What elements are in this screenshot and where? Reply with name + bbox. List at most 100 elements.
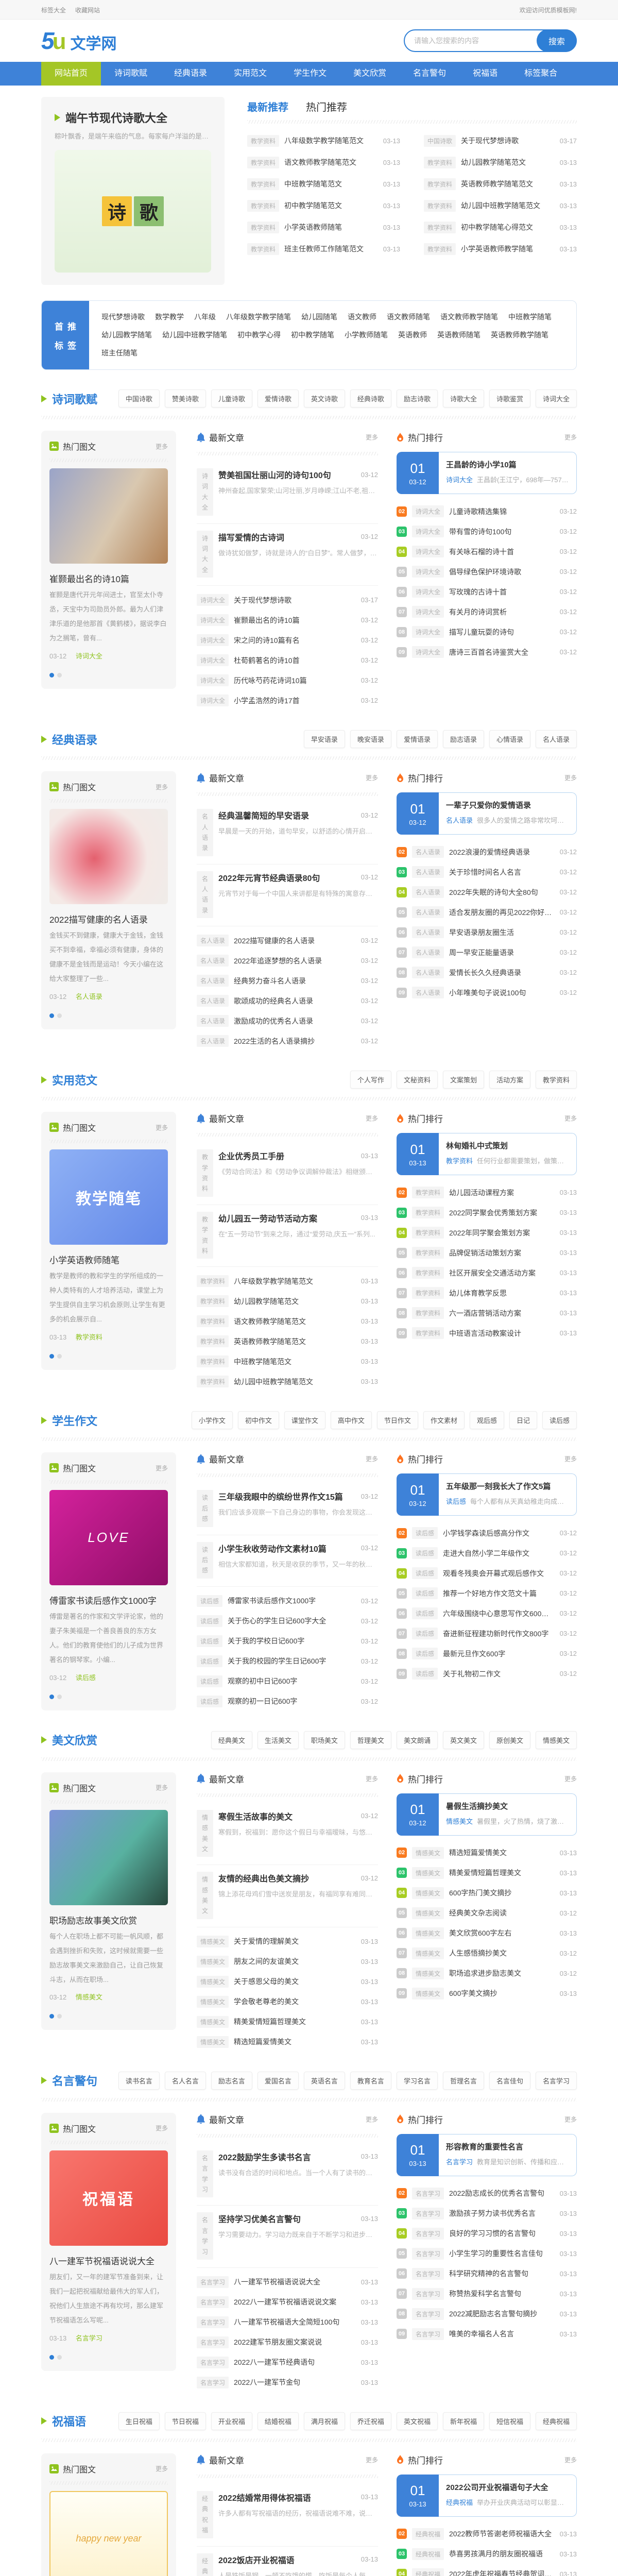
article-link[interactable]: 寒假生活故事的美文 [218, 1810, 356, 1822]
section-tag-link[interactable]: 课堂作文 [284, 1411, 325, 1429]
category-tag[interactable]: 读后感 [412, 1547, 438, 1559]
category-tag[interactable]: 教学资料 [247, 200, 279, 212]
article-link[interactable]: 2022八一建军节金句 [234, 2377, 356, 2387]
article-link[interactable]: 小学孟浩然的诗17首 [234, 696, 356, 706]
site-logo[interactable]: 5u文学网 [41, 27, 116, 55]
category-tag[interactable]: 经典祝福 [412, 2528, 444, 2540]
category-tag[interactable]: 读后感 [197, 1595, 222, 1607]
carousel-dot[interactable] [49, 673, 54, 677]
article-link[interactable]: 英语教师教学随笔范文 [461, 179, 555, 189]
gallery-image[interactable]: happy new year [49, 2491, 168, 2576]
article-link[interactable]: 关于现代梦想诗歌 [461, 135, 555, 146]
article-link[interactable]: 2022年虎年祝福春节经典贺词80句 [449, 2569, 555, 2576]
category-tag[interactable]: 教学资料 [424, 178, 456, 190]
article-link[interactable]: 2022描写健康的名人语录 [234, 936, 356, 946]
tag-link[interactable]: 幼儿园教学随笔 [101, 326, 152, 344]
rank-top-article[interactable]: 01 03-12 五年级那一刻我长大了作文5篇 读后感 每个人都有从天真幼稚走向… [397, 1473, 577, 1516]
article-link[interactable]: 王昌龄的诗小学10篇 [446, 459, 569, 470]
more-link[interactable]: 更多 [564, 773, 577, 782]
category-tag[interactable]: 教学资料 [424, 243, 456, 255]
nav-item[interactable]: 网站首页 [41, 62, 101, 86]
category-tag[interactable]: 名言学习 [446, 2157, 473, 2166]
article-link[interactable]: 爱情长长久久经典语录 [449, 968, 555, 978]
category-tag[interactable]: 读后感 [197, 1615, 222, 1627]
recommend-tab[interactable]: 热门推荐 [306, 99, 347, 114]
topbar-link[interactable]: 标签大全 [41, 6, 66, 14]
article-link[interactable]: 适合发朋友圈的再见2022你好2022... [449, 907, 555, 918]
more-link[interactable]: 更多 [156, 783, 168, 791]
section-tag-link[interactable]: 小学作文 [192, 1411, 233, 1429]
more-link[interactable]: 更多 [366, 1114, 378, 1123]
section-tag-link[interactable]: 文案策划 [443, 1071, 484, 1089]
category-tag[interactable]: 诗词大全 [412, 566, 444, 578]
category-tag[interactable]: 诗词大全 [446, 474, 473, 484]
tag-link[interactable]: 八年级数学教学随笔 [226, 308, 291, 326]
article-link[interactable]: 英语教师教学随笔范文 [234, 1336, 356, 1347]
category-tag[interactable]: 教学资料 [197, 1315, 229, 1327]
article-link[interactable]: 经典温馨简短的早安语录 [218, 809, 356, 821]
section-tag-link[interactable]: 日记 [509, 1411, 537, 1429]
category-tag[interactable]: 读后感 [197, 1655, 222, 1667]
section-tag-link[interactable]: 经典祝福 [536, 2412, 577, 2430]
article-link[interactable]: 2022鼓励学生多读书名言 [218, 2150, 356, 2163]
article-link[interactable]: 五年级那一刻我长大了作文5篇 [446, 1481, 569, 1492]
carousel-dot[interactable] [57, 1354, 62, 1359]
category-tag[interactable]: 经典祝福 [412, 2548, 444, 2560]
section-tag-link[interactable]: 作文素材 [423, 1411, 465, 1429]
category-tag[interactable]: 教学资料 [412, 1187, 444, 1198]
article-link[interactable]: 带有雪的诗句100句 [449, 527, 555, 537]
category-tag[interactable]: 名言学习 [197, 2336, 229, 2348]
article-link[interactable]: 宋之问的诗10篇有名 [234, 635, 356, 646]
category-tag[interactable]: 情感美文 [412, 1927, 444, 1939]
article-link[interactable]: 小学钱学森读后感高分作文 [443, 1528, 555, 1538]
article-link[interactable]: 走进大自然小学二年级作文 [443, 1548, 555, 1558]
topbar-link[interactable]: 收藏网站 [75, 6, 100, 14]
article-link[interactable]: 关于感恩父母的美文 [234, 1976, 356, 1987]
section-tag-link[interactable]: 早安语录 [304, 730, 345, 748]
section-tag-link[interactable]: 中国诗歌 [118, 389, 160, 408]
article-link[interactable]: 关于珍惜时间名人名言 [449, 867, 555, 877]
section-tag-link[interactable]: 英语名言 [304, 2072, 345, 2090]
category-tag[interactable]: 名人语录 [412, 926, 444, 938]
article-link[interactable]: 学会敬老尊老的美文 [234, 1996, 356, 2007]
category-tag[interactable]: 名言学习 [197, 2150, 213, 2198]
category-tag[interactable]: 名人语录 [412, 846, 444, 858]
article-link[interactable]: 品牌促销活动策划方案 [449, 1248, 555, 1258]
category-tag[interactable]: 读后感 [197, 1490, 213, 1527]
section-tag-link[interactable]: 经典美文 [211, 1731, 252, 1749]
gallery-tag-link[interactable]: 读后感 [76, 1674, 96, 1682]
section-tag-link[interactable]: 生日祝福 [118, 2412, 160, 2430]
section-tag-link[interactable]: 结婚祝福 [258, 2412, 299, 2430]
rank-top-article[interactable]: 01 03-12 暑假生活摘抄美文 情感美文 暑假里，火了热情，烧了激情，浓了亲… [397, 1793, 577, 1836]
category-tag[interactable]: 名人语录 [412, 967, 444, 978]
tag-link[interactable]: 班主任随笔 [101, 344, 138, 362]
article-link[interactable]: 观察的初中日记600字 [228, 1676, 356, 1686]
gallery-article-title[interactable]: 2022描写健康的名人语录 [49, 912, 168, 925]
more-link[interactable]: 更多 [156, 1123, 168, 1132]
recommend-tab[interactable]: 最新推荐 [247, 99, 288, 114]
article-link[interactable]: 中班教学随笔范文 [234, 1357, 356, 1367]
section-tag-link[interactable]: 原创美文 [489, 1731, 530, 1749]
category-tag[interactable]: 教学资料 [197, 1335, 229, 1347]
carousel-dot[interactable] [57, 2014, 62, 2019]
section-tag-link[interactable]: 名人名言 [165, 2072, 206, 2090]
category-tag[interactable]: 情感美文 [197, 1872, 213, 1919]
article-link[interactable]: 2022建军节朋友圈文案说说 [234, 2337, 356, 2347]
category-tag[interactable]: 名言学习 [412, 2288, 444, 2300]
category-tag[interactable]: 名人语录 [197, 809, 213, 856]
article-link[interactable]: 奋进新征程建功新时代作文800字 [443, 1629, 555, 1639]
more-link[interactable]: 更多 [156, 2464, 168, 2473]
section-tag-link[interactable]: 观后感 [470, 1411, 504, 1429]
category-tag[interactable]: 教学资料 [197, 1295, 229, 1307]
article-link[interactable]: 2022饭店开业祝福语 [218, 2553, 356, 2566]
article-link[interactable]: 激励成功的优秀名人语录 [234, 1016, 356, 1026]
section-tag-link[interactable]: 哲理美文 [350, 1731, 391, 1749]
category-tag[interactable]: 情感美文 [197, 1956, 229, 1968]
nav-item[interactable]: 标签聚合 [511, 62, 571, 86]
article-link[interactable]: 推荐一个好地方作文范文十篇 [443, 1588, 555, 1599]
article-link[interactable]: 精美爱情短篇哲理美文 [449, 1868, 555, 1878]
category-tag[interactable]: 名人语录 [197, 995, 229, 1007]
article-link[interactable]: 最新元旦作文600字 [443, 1649, 555, 1659]
section-title[interactable]: 祝福语 [52, 2413, 86, 2429]
section-tag-link[interactable]: 励志语录 [443, 730, 484, 748]
